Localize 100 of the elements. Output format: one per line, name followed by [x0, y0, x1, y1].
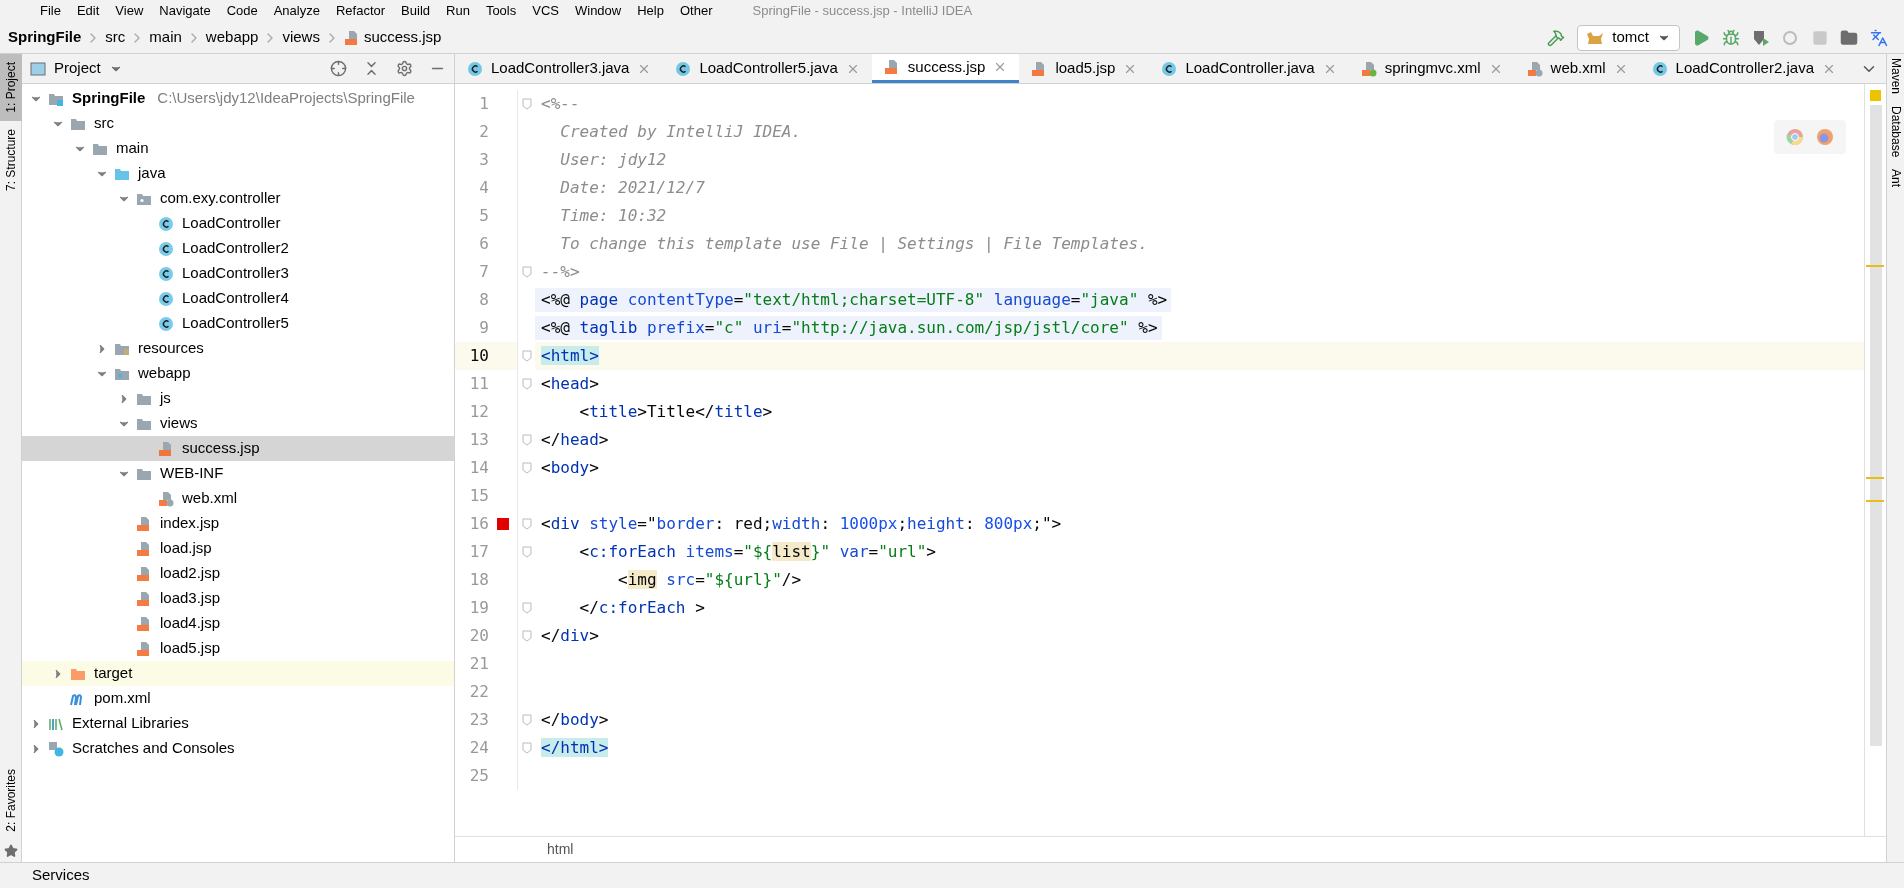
scrollbar[interactable] [1869, 105, 1882, 746]
xml-file-icon [1526, 60, 1543, 77]
tree-item[interactable]: views [22, 411, 454, 436]
tree-item[interactable]: js [22, 386, 454, 411]
tool-window-tab[interactable]: Maven [1887, 58, 1904, 95]
item-label: js [160, 388, 171, 409]
menu-item[interactable]: Edit [76, 1, 100, 21]
tree-item[interactable]: load2.jsp [22, 561, 454, 586]
fold-marker-icon[interactable] [521, 546, 532, 558]
tree-item[interactable]: java [22, 161, 454, 186]
line-number: 21 [468, 653, 489, 675]
editor-tab[interactable]: LoadController5.java [663, 54, 872, 83]
menu-item[interactable]: Other [679, 1, 713, 21]
menu-item[interactable]: Tools [485, 1, 517, 21]
fold-marker-icon[interactable] [521, 378, 532, 390]
breadcrumb[interactable]: webapp [205, 26, 259, 49]
tree-item[interactable]: main [22, 136, 454, 161]
locate-icon[interactable] [330, 60, 347, 77]
firefox-icon[interactable] [1816, 128, 1834, 146]
tree-item[interactable]: External Libraries [22, 711, 454, 736]
tool-window-tab[interactable]: Database [1887, 106, 1904, 158]
breadcrumb[interactable]: views [282, 26, 320, 49]
fold-marker-icon[interactable] [521, 518, 532, 530]
menu-item[interactable]: File [40, 1, 61, 21]
run-icon[interactable] [1692, 28, 1710, 47]
build-icon[interactable] [1547, 28, 1566, 47]
fold-marker-icon[interactable] [521, 630, 532, 642]
editor-tab[interactable]: success.jsp [871, 54, 1020, 83]
fold-marker-icon[interactable] [521, 742, 532, 754]
fold-marker-icon[interactable] [521, 98, 532, 110]
tool-window-tab[interactable]: Ant [1887, 169, 1904, 188]
tree-item[interactable]: WEB-INF [22, 461, 454, 486]
line-number: 13 [468, 429, 489, 451]
tree-item[interactable]: resources [22, 336, 454, 361]
tree-item[interactable]: webapp [22, 361, 454, 386]
fold-marker-icon[interactable] [521, 462, 532, 474]
item-label: webapp [138, 363, 191, 384]
menu-item[interactable]: Refactor [335, 1, 386, 21]
item-label: pom.xml [94, 688, 151, 709]
chrome-icon[interactable] [1786, 128, 1804, 146]
tree-item[interactable]: success.jsp [22, 436, 454, 461]
settings-icon[interactable] [396, 60, 413, 77]
tree-item[interactable]: LoadController [22, 211, 454, 236]
tool-window-tab[interactable]: 7: Structure [0, 120, 22, 199]
stop-icon[interactable] [1812, 29, 1828, 46]
menu-item[interactable]: Code [226, 1, 258, 21]
editor-tab[interactable]: load5.jsp [1019, 54, 1150, 83]
tree-item[interactable]: com.exy.controller [22, 186, 454, 211]
editor-tab[interactable]: web.xml [1514, 54, 1640, 83]
breadcrumb[interactable]: src [105, 26, 126, 49]
shield-run-icon[interactable] [1752, 28, 1770, 47]
tree-item[interactable]: LoadController3 [22, 261, 454, 286]
tree-item[interactable]: LoadController4 [22, 286, 454, 311]
tree-item[interactable]: target [22, 661, 454, 686]
run-config-dropdown[interactable]: tomct [1577, 24, 1680, 51]
tree-item[interactable]: SpringFile C:\Users\jdy12\IdeaProjects\SpringFile [22, 86, 454, 111]
tree-item[interactable]: load5.jsp [22, 636, 454, 661]
tool-window-tab[interactable]: 1: Project [0, 54, 22, 121]
editor-tab[interactable]: LoadController2.java [1639, 54, 1848, 83]
debug-icon[interactable] [1722, 28, 1740, 47]
xml-file-icon [1360, 60, 1377, 77]
tree-item[interactable]: load3.jsp [22, 586, 454, 611]
menu-item[interactable]: Analyze [273, 1, 320, 21]
tree-item[interactable]: LoadController5 [22, 311, 454, 336]
services-tab[interactable]: Services [32, 864, 90, 887]
item-label: LoadController2 [182, 238, 289, 259]
menu-item[interactable]: VCS [532, 1, 559, 21]
jsp-file-icon [136, 515, 152, 532]
fold-marker-icon[interactable] [521, 434, 532, 446]
menu-item[interactable]: Build [401, 1, 430, 21]
breadcrumb[interactable]: main [149, 26, 182, 49]
tree-item[interactable]: Scratches and Consoles [22, 736, 454, 761]
tree-item[interactable]: LoadController2 [22, 236, 454, 261]
fold-marker-icon[interactable] [521, 602, 532, 614]
editor-tab[interactable]: springmvc.xml [1348, 54, 1515, 83]
editor-tab[interactable]: LoadController.java [1149, 54, 1349, 83]
fold-marker-icon[interactable] [521, 266, 532, 278]
menu-item[interactable]: Window [574, 1, 622, 21]
item-label: index.jsp [160, 513, 220, 534]
editor-breadcrumb[interactable]: html [547, 839, 574, 860]
tree-item[interactable]: web.xml [22, 486, 454, 511]
editor-tab[interactable]: LoadController3.java [455, 54, 664, 83]
fold-marker-icon[interactable] [521, 350, 532, 362]
menu-item[interactable]: Run [446, 1, 470, 21]
menu-item[interactable]: Navigate [159, 1, 211, 21]
tree-item[interactable]: load.jsp [22, 536, 454, 561]
menu-item[interactable]: Help [637, 1, 664, 21]
tool-window-tab[interactable]: 2: Favorites [0, 761, 22, 840]
menu-item[interactable]: View [115, 1, 144, 21]
translate-icon[interactable] [1870, 28, 1888, 47]
fold-marker-icon[interactable] [521, 714, 532, 726]
code-line: Created by IntelliJ IDEA. [559, 121, 803, 143]
tree-item[interactable]: pom.xml [22, 686, 454, 711]
breadcrumb[interactable]: SpringFile [8, 26, 82, 49]
tree-item[interactable]: src [22, 111, 454, 136]
star-icon[interactable] [3, 844, 18, 858]
breadcrumb[interactable]: success.jsp [343, 26, 442, 49]
tree-item[interactable]: index.jsp [22, 511, 454, 536]
panel-title[interactable]: Project [30, 57, 123, 80]
tree-item[interactable]: load4.jsp [22, 611, 454, 636]
